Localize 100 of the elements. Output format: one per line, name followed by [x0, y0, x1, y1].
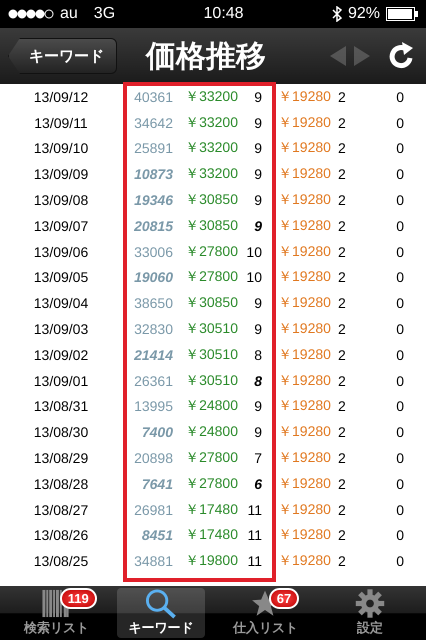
- back-button[interactable]: キーワード: [8, 38, 117, 74]
- price-cell-text: ￥30850: [184, 216, 239, 235]
- rank-cell-text: 10: [245, 269, 263, 286]
- count-cell-text: 8451: [140, 527, 174, 544]
- table-cell-text: 0: [395, 502, 404, 518]
- battery-percent: 92%: [348, 5, 380, 23]
- rank-cell-text: 9: [253, 424, 263, 440]
- used-count-cell-text: 2: [338, 398, 347, 414]
- table-cell-text: 0: [395, 114, 404, 131]
- date-cell-text: 13/09/05: [32, 269, 90, 286]
- used-price-cell-text: ￥19280: [277, 423, 332, 442]
- table-cell-text: 0: [395, 166, 404, 182]
- used-count-cell-text: 2: [338, 244, 347, 260]
- count-cell-text: 10873: [133, 166, 174, 182]
- rank-cell-text: 9: [253, 88, 263, 105]
- tab-bar-item[interactable]: 検索リスト 119: [12, 588, 100, 638]
- count-cell-text: 32830: [133, 321, 174, 338]
- date-cell-text: 13/09/07: [32, 218, 90, 234]
- date-cell-text: 13/08/27: [32, 502, 90, 518]
- price-cell-text: ￥27800: [184, 474, 239, 493]
- tab-bar-item[interactable]: キーワード: [116, 588, 205, 638]
- price-cell-text: ￥30510: [184, 372, 239, 390]
- table-cell-text: 0: [395, 140, 404, 156]
- date-cell-text: 13/09/12: [32, 88, 90, 105]
- rank-cell-text: 10: [245, 244, 263, 260]
- table-cell-text: 0: [395, 244, 404, 260]
- count-cell-text: 25891: [133, 140, 174, 156]
- count-badge: 67: [268, 588, 300, 609]
- count-cell-text: 26361: [133, 372, 174, 389]
- used-price-cell-text: ￥19280: [277, 320, 332, 338]
- price-cell-text: ￥24800: [184, 397, 239, 416]
- price-cell-text: ￥24800: [184, 423, 239, 442]
- used-count-cell-text: 2: [338, 269, 347, 286]
- used-price-cell-text: ￥19280: [277, 191, 332, 210]
- used-count-cell-text: 2: [338, 527, 347, 544]
- table-cell-text: 0: [395, 553, 404, 570]
- rank-cell-text: 8: [253, 372, 263, 389]
- used-count-cell-text: 2: [338, 166, 347, 182]
- count-cell-text: 21414: [133, 346, 174, 363]
- price-cell-text: ￥30510: [184, 320, 239, 338]
- table-cell-text: 0: [395, 346, 404, 363]
- screen-title: 価格推移: [146, 39, 266, 75]
- count-cell-text: 26981: [133, 502, 174, 518]
- table-cell-text: 0: [395, 192, 404, 208]
- date-cell-text: 13/09/09: [32, 166, 90, 182]
- used-price-cell-text: ￥19280: [277, 88, 332, 106]
- used-count-cell-text: 2: [338, 553, 347, 570]
- used-price-cell-text: ￥19280: [277, 268, 332, 286]
- used-count-cell-text: 2: [338, 321, 347, 338]
- used-count-cell-text: 2: [338, 502, 347, 518]
- date-cell-text: 13/09/10: [32, 140, 90, 156]
- tab-bar-item[interactable]: 仕入リスト 67: [221, 588, 310, 638]
- used-price-cell-text: ￥19280: [277, 372, 332, 390]
- carrier-name: au: [60, 5, 78, 23]
- date-cell-text: 13/09/06: [32, 244, 90, 260]
- rank-cell-text: 11: [246, 527, 263, 544]
- used-count-cell-text: 2: [338, 140, 347, 156]
- used-price-cell-text: ￥19280: [277, 346, 332, 364]
- used-count-cell-text: 2: [338, 218, 347, 234]
- price-cell-text: ￥33200: [184, 139, 239, 158]
- table-cell-text: 0: [395, 398, 404, 414]
- used-price-cell-text: ￥19280: [277, 165, 332, 184]
- network-type: 3G: [94, 5, 116, 23]
- rank-cell-text: 9: [253, 114, 263, 131]
- price-cell-text: ￥17480: [184, 500, 239, 519]
- used-count-cell-text: 2: [338, 450, 347, 466]
- used-count-cell-text: 2: [338, 424, 347, 440]
- tab-bar-item[interactable]: 設定: [326, 588, 414, 638]
- date-cell-text: 13/08/31: [32, 398, 90, 414]
- used-price-cell-text: ￥19280: [277, 474, 332, 493]
- count-cell-text: 7641: [140, 476, 174, 492]
- used-count-cell-text: 2: [338, 88, 347, 105]
- used-price-cell-text: ￥19280: [277, 139, 332, 158]
- used-count-cell-text: 2: [338, 295, 347, 312]
- rank-cell-text: 7: [253, 450, 263, 466]
- used-price-cell-text: ￥19280: [277, 216, 332, 235]
- used-price-cell-text: ￥19280: [277, 397, 332, 416]
- date-cell-text: 13/08/26: [32, 527, 90, 544]
- table-cell-text: 0: [395, 527, 404, 544]
- clock-time: 10:48: [204, 5, 244, 23]
- date-cell-text: 13/08/30: [32, 424, 90, 440]
- count-cell-text: 20815: [133, 218, 174, 234]
- table-cell-text: 0: [395, 372, 404, 389]
- date-cell-text: 13/09/04: [32, 295, 90, 312]
- date-cell-text: 13/09/01: [32, 372, 90, 389]
- count-cell-text: 19060: [133, 269, 174, 286]
- used-count-cell-text: 2: [338, 346, 347, 363]
- count-cell-text: 34881: [133, 553, 174, 570]
- price-cell-text: ￥30510: [184, 346, 239, 364]
- price-cell-text: ￥33200: [184, 88, 239, 106]
- rank-cell-text: 9: [253, 398, 263, 414]
- used-count-cell-text: 2: [338, 476, 347, 492]
- rank-cell-text: 9: [253, 321, 263, 338]
- price-cell-text: ￥30850: [184, 191, 239, 210]
- price-cell-text: ￥30850: [184, 294, 239, 312]
- count-cell-text: 33006: [133, 244, 174, 260]
- price-cell-text: ￥27800: [184, 242, 239, 261]
- rank-cell-text: 8: [253, 346, 263, 363]
- rank-cell-text: 9: [253, 140, 263, 156]
- rank-cell-text: 11: [246, 502, 263, 518]
